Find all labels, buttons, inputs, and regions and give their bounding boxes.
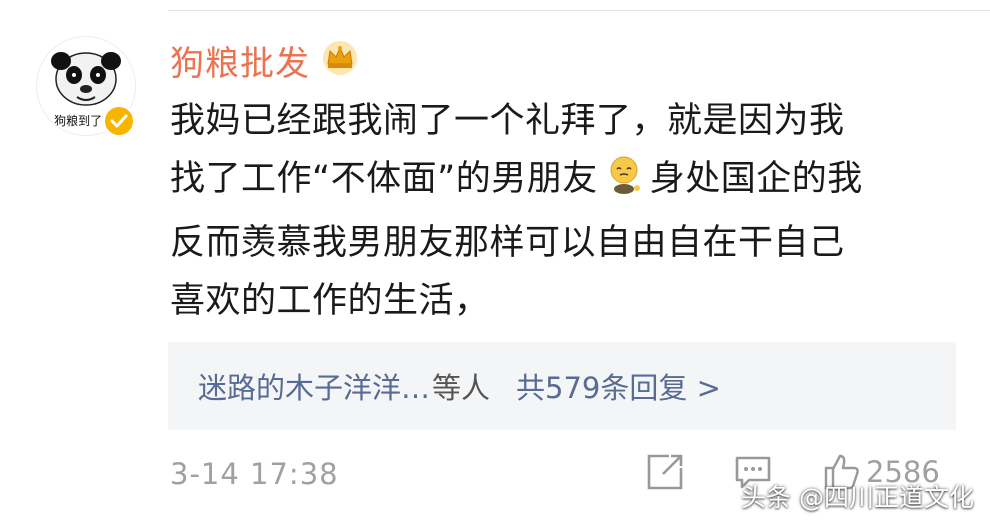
username[interactable]: 狗粮批发 [170,36,310,85]
reply-count-link[interactable]: 共579条回复 > [516,365,721,407]
comment-line-text: 身处国企的我 [649,159,863,199]
username-row: 狗粮批发 [170,36,360,84]
share-button[interactable] [645,452,685,492]
top-divider [168,10,990,11]
reply-users-link[interactable]: 迷路的木子洋洋… [198,365,430,407]
comment-line: 找了工作“不体面”的男朋友 身处国企的我 [170,150,960,214]
comment-line: 喜欢的工作的生活， [170,281,490,321]
comment-line-text: 找了工作“不体面”的男朋友 [170,159,598,199]
timestamp: 3-14 17:38 [170,457,339,491]
verified-badge [102,104,136,138]
share-icon [647,454,683,490]
comment-line: 反而羡慕我男朋友那样可以自由自在干自己 [170,223,845,263]
wilted-face-emoji-icon [604,154,644,214]
replies-preview[interactable]: 迷路的木子洋洋… 等人 共579条回复 > [168,342,956,430]
reply-suffix: 等人 [432,371,491,405]
crown-icon[interactable] [320,40,360,80]
checkmark-icon [110,114,128,128]
watermark: 头条 @四川正道文化 [741,483,974,512]
comment-body: 我妈已经跟我闹了一个礼拜了，就是因为我 找了工作“不体面”的男朋友 身处国企的我… [170,92,960,330]
comment-line: 我妈已经跟我闹了一个礼拜了，就是因为我 [170,101,845,141]
meta-row: 3-14 17:38 [170,446,339,502]
